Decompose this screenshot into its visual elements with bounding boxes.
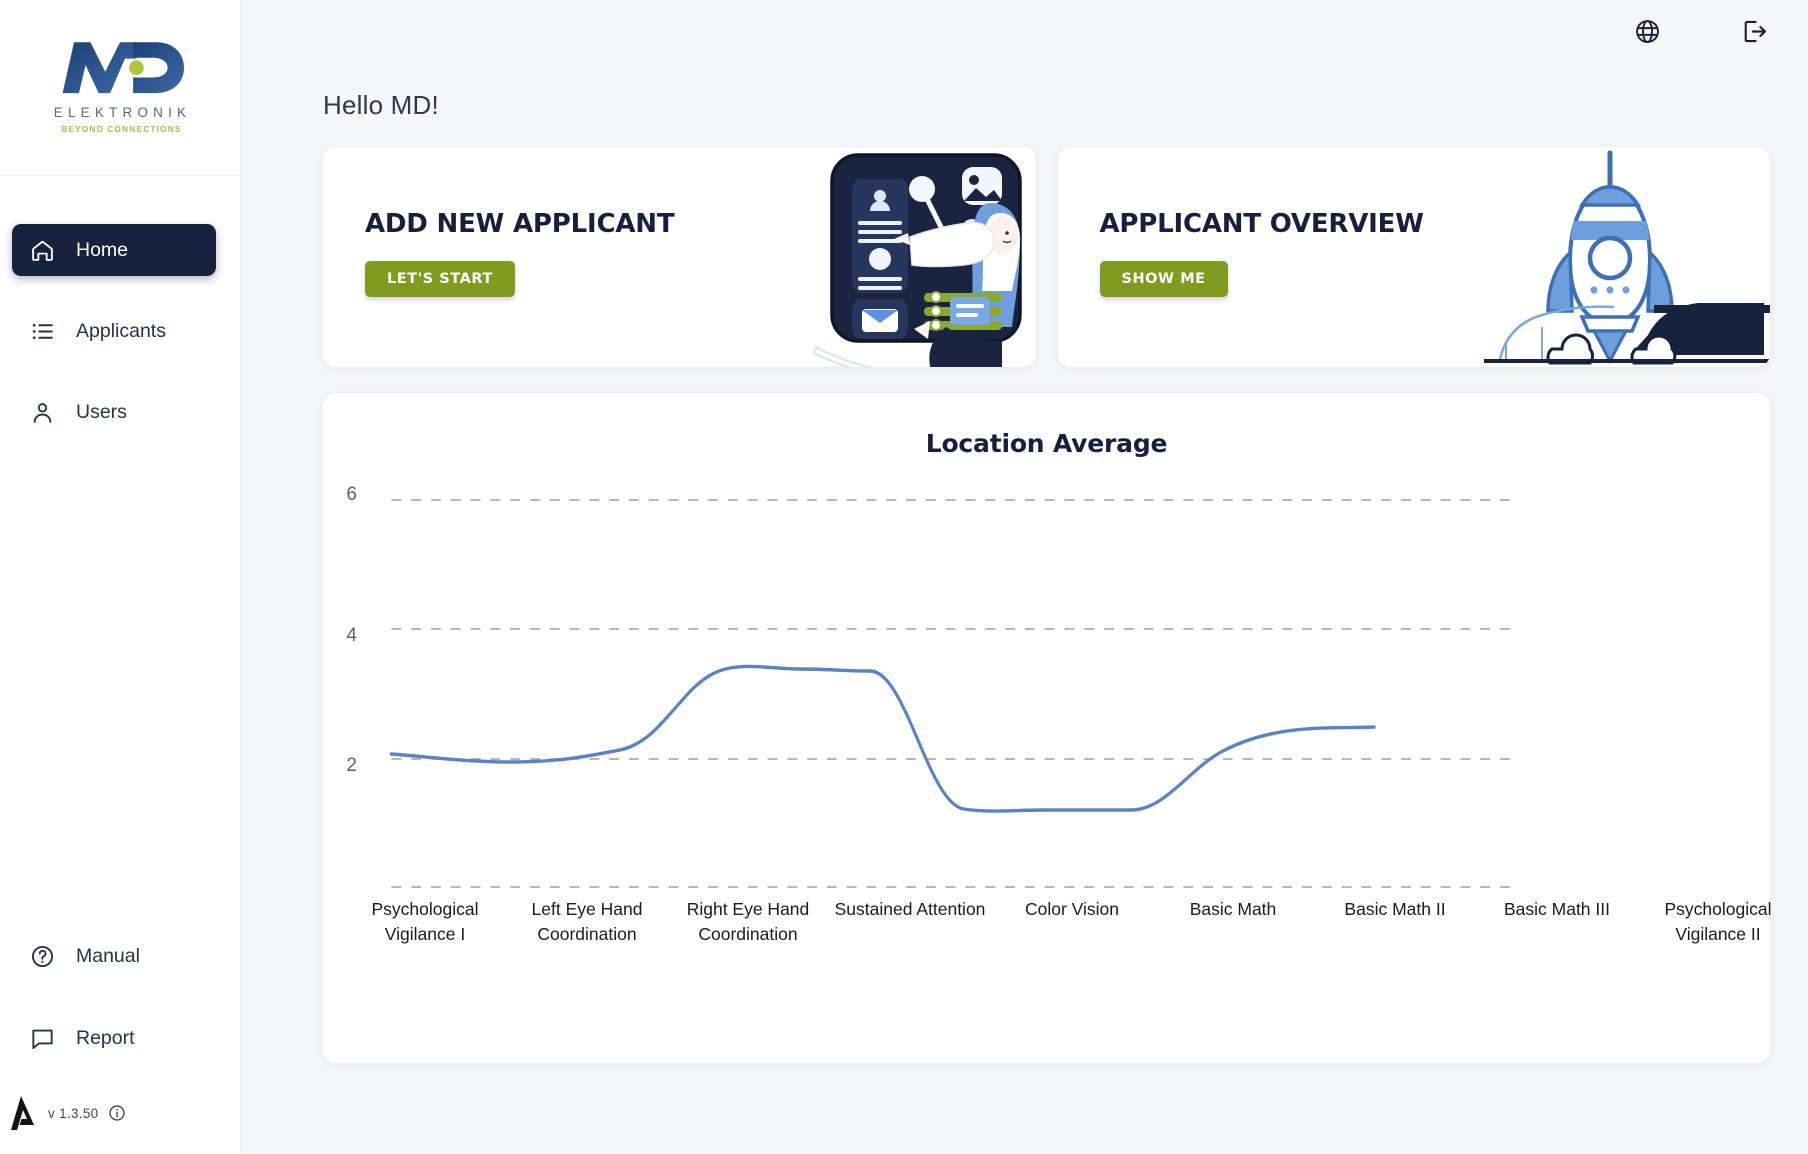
person-icon <box>33 402 52 423</box>
sidebar-item-label: Applicants <box>76 319 166 342</box>
card-applicant-overview[interactable]: APPLICANT OVERVIEW SHOW ME <box>1057 147 1770 367</box>
home-icon <box>32 240 53 261</box>
secondary-navigation: Manual Report v 1.3.50 <box>0 930 241 1154</box>
x-axis-label-2: Right Eye Hand Coordination <box>686 899 810 944</box>
x-axis-label-5: Basic Math <box>1189 899 1277 919</box>
card-add-new-applicant[interactable]: ADD NEW APPLICANT LET'S START <box>323 147 1036 367</box>
info-circle-icon[interactable] <box>108 1104 126 1122</box>
chart-plot-area <box>389 499 1520 888</box>
primary-navigation: Home Applicants Users <box>0 224 240 467</box>
question-circle-icon <box>31 945 54 967</box>
chat-bubble-icon <box>32 1029 53 1049</box>
sidebar-item-manual[interactable]: Manual <box>12 930 217 982</box>
sidebar-item-report[interactable]: Report <box>12 1012 217 1064</box>
sidebar-item-users[interactable]: Users <box>12 386 216 438</box>
brand-subtitle: ELEKTRONIK <box>53 104 192 120</box>
sidebar: ELEKTRONIK BEYOND CONNECTIONS Home Appli… <box>0 0 241 1154</box>
logout-icon[interactable] <box>1741 18 1768 45</box>
x-axis-label-3: Sustained Attention <box>834 899 986 919</box>
x-axis-label-4: Color Vision <box>1024 899 1120 919</box>
sidebar-item-label: Users <box>76 400 127 423</box>
x-axis-label-0: Psychological Vigilance I <box>371 899 479 944</box>
sidebar-item-label: Report <box>76 1026 135 1049</box>
arrow-logo-icon <box>11 1096 34 1130</box>
sidebar-item-label: Home <box>76 238 129 261</box>
x-axis-label-6: Basic Math II <box>1344 899 1446 919</box>
topbar <box>241 0 1808 62</box>
md-logo-icon <box>62 41 184 93</box>
show-me-button[interactable]: SHOW ME <box>1099 261 1228 297</box>
card-title: ADD NEW APPLICANT <box>365 209 675 239</box>
x-axis-label-7: Basic Math III <box>1503 899 1610 919</box>
main-content: Hello MD! ADD NEW APPLICANT LET'S START <box>241 0 1808 1154</box>
brand-tagline: BEYOND CONNECTIONS <box>61 124 182 134</box>
x-axis-label-1: Left Eye Hand Coordination <box>531 899 643 944</box>
sidebar-item-home[interactable]: Home <box>12 224 216 276</box>
list-icon <box>32 323 53 339</box>
brand-logo: ELEKTRONIK BEYOND CONNECTIONS <box>0 0 240 176</box>
action-cards: ADD NEW APPLICANT LET'S START APPLICANT … <box>241 121 1808 367</box>
sidebar-item-label: Manual <box>76 944 140 967</box>
x-axis-label-8: Psychological Vigilance II <box>1664 899 1772 944</box>
chart-line-series <box>389 664 1376 813</box>
lets-start-button[interactable]: LET'S START <box>365 261 515 297</box>
location-average-chart-card: Location Average 6 4 2 Psychological Vig… <box>323 393 1772 1063</box>
card-title: APPLICANT OVERVIEW <box>1099 209 1424 239</box>
page-title: Hello MD! <box>323 90 439 120</box>
sidebar-item-applicants[interactable]: Applicants <box>12 305 216 357</box>
sidebar-footer: v 1.3.50 <box>0 1094 241 1146</box>
app-version: v 1.3.50 <box>48 1105 99 1121</box>
app-root: ELEKTRONIK BEYOND CONNECTIONS Home Appli… <box>0 0 1808 1154</box>
globe-icon[interactable] <box>1634 18 1661 45</box>
